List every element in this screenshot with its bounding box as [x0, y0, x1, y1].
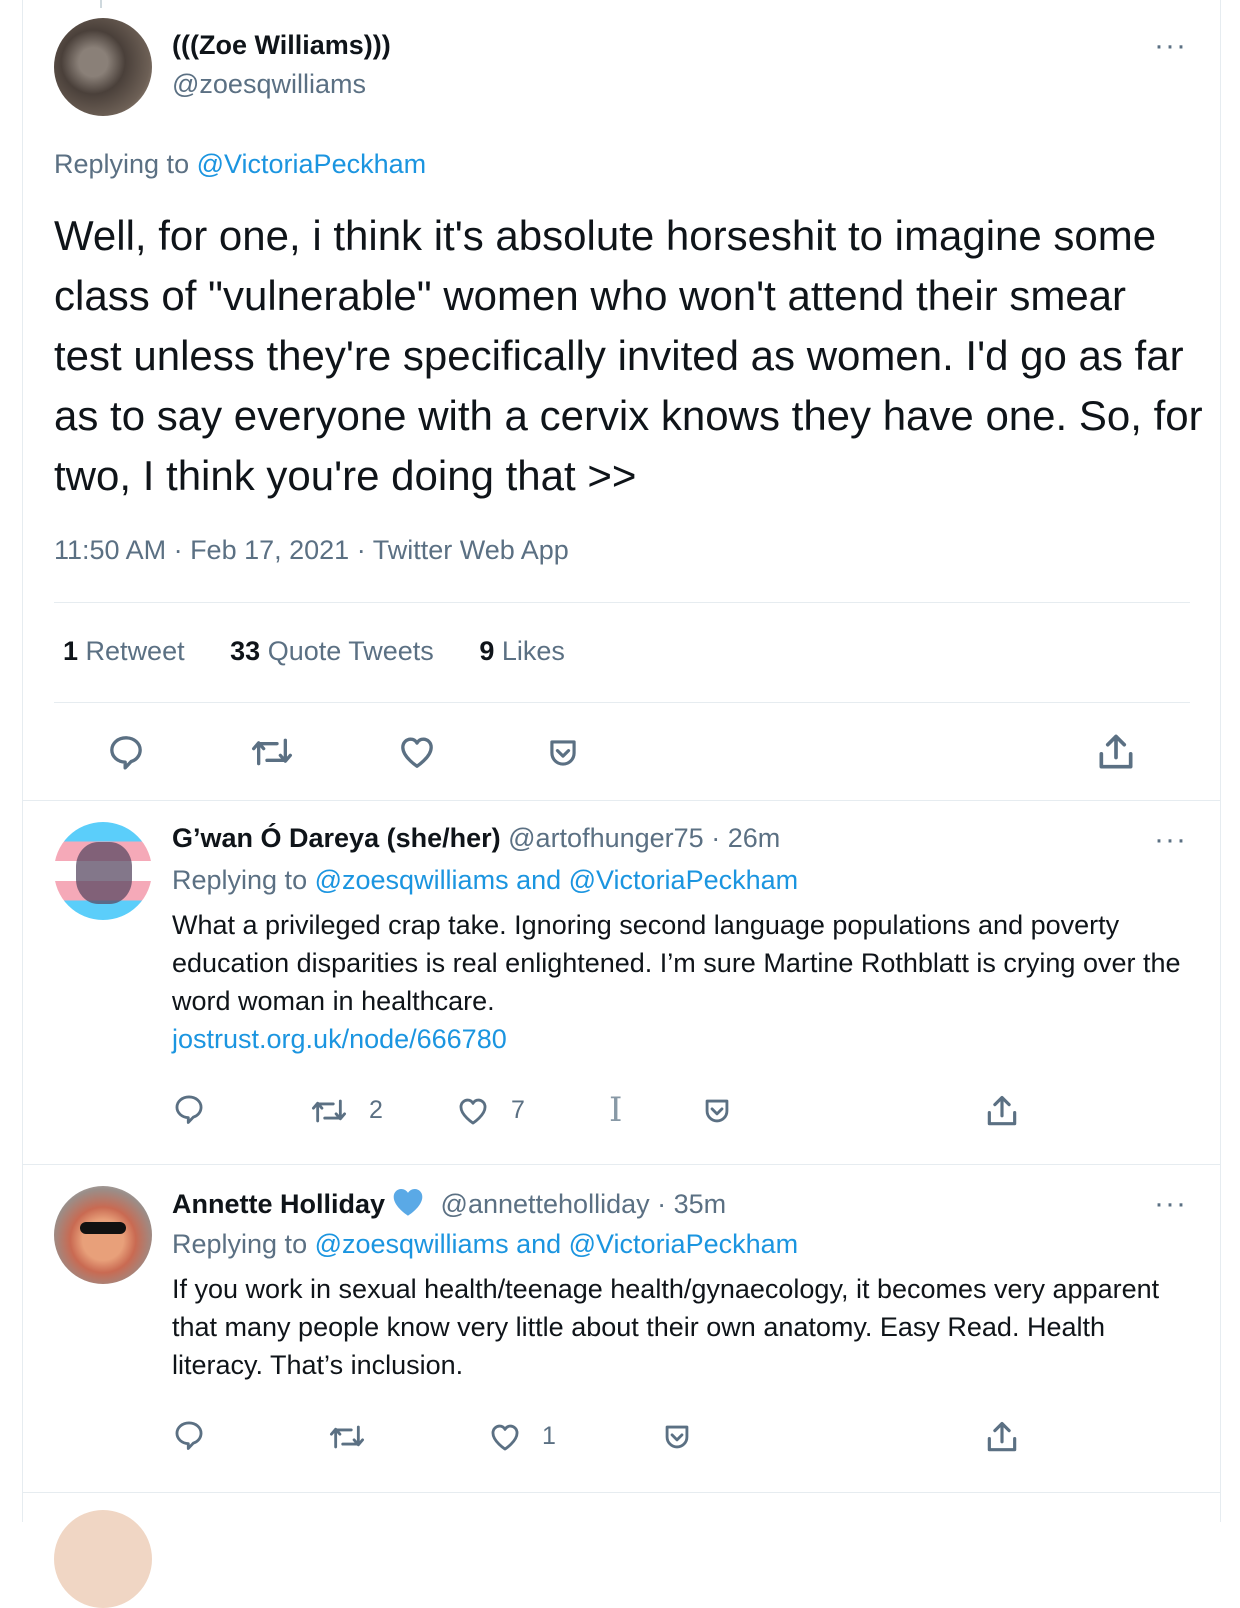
reply-icon[interactable] [172, 1092, 206, 1126]
likes-count: 9 [479, 636, 495, 666]
heart-icon [391, 1187, 425, 1224]
replying-to: Replying to @zoesqwilliams and @Victoria… [172, 865, 798, 896]
divider [22, 800, 1221, 801]
like-icon[interactable] [487, 1420, 523, 1454]
avatar-photo [76, 842, 132, 904]
retweet-icon[interactable] [250, 732, 294, 772]
timeline-right-border [1220, 0, 1221, 1522]
reply-header: Annette Holliday @annetteholliday · 35m [172, 1187, 726, 1224]
divider [54, 602, 1190, 603]
like-icon[interactable] [455, 1094, 491, 1128]
share-icon[interactable] [983, 1418, 1021, 1456]
reply-handle[interactable]: @annetteholliday [441, 1189, 650, 1219]
quotes-count: 33 [230, 636, 261, 666]
tweet-timestamp[interactable]: 11:50 AM · Feb 17, 2021 · Twitter Web Ap… [54, 535, 569, 566]
author-display-name[interactable]: (((Zoe Williams))) [172, 30, 391, 61]
share-icon[interactable] [983, 1092, 1021, 1130]
more-options-icon[interactable]: ··· [1154, 825, 1187, 855]
retweet-icon[interactable] [310, 1094, 348, 1128]
reply-link[interactable]: jostrust.org.uk/node/666780 [172, 1024, 507, 1054]
like-count: 1 [542, 1422, 556, 1450]
reply-display-name[interactable]: Annette Holliday [172, 1189, 385, 1219]
more-options-icon[interactable]: ··· [1154, 31, 1187, 61]
engagement-stats: 1 Retweet 33 Quote Tweets 9 Likes [63, 636, 603, 667]
reply-text: If you work in sexual health/teenage hea… [172, 1274, 1160, 1380]
avatar[interactable] [54, 18, 152, 116]
more-options-icon[interactable]: ··· [1154, 1189, 1187, 1219]
likes-label: Likes [501, 636, 565, 666]
replying-prefix: Replying to [172, 1229, 308, 1259]
replying-prefix: Replying to [172, 865, 308, 895]
timeline-left-border [22, 0, 23, 1522]
avatar[interactable] [54, 1510, 152, 1608]
replying-to-links[interactable]: @zoesqwilliams and @VictoriaPeckham [315, 865, 799, 895]
avatar[interactable] [54, 1186, 152, 1284]
author-handle[interactable]: @zoesqwilliams [172, 69, 366, 100]
thread-connector [100, 0, 102, 8]
quotes-stat[interactable]: 33 Quote Tweets [230, 636, 434, 666]
retweets-label: Retweet [85, 636, 185, 666]
divider [22, 1492, 1221, 1493]
reply-header: G’wan Ó Dareya (she/her) @artofhunger75 … [172, 823, 780, 854]
quotes-label: Quote Tweets [267, 636, 434, 666]
save-icon[interactable] [700, 1094, 734, 1128]
reply-time[interactable]: · 35m [657, 1189, 726, 1219]
reply-time[interactable]: · 26m [711, 823, 780, 853]
retweet-icon[interactable] [328, 1420, 366, 1454]
save-icon[interactable] [544, 734, 582, 772]
avatar[interactable] [54, 822, 152, 920]
tweet-text: Well, for one, i think it's absolute hor… [54, 212, 1203, 499]
replying-to-link[interactable]: @VictoriaPeckham [197, 149, 427, 179]
replying-to-links[interactable]: @zoesqwilliams and @VictoriaPeckham [315, 1229, 799, 1259]
avatar-photo [80, 1222, 126, 1234]
divider [54, 702, 1190, 703]
reply-display-name[interactable]: G’wan Ó Dareya (she/her) [172, 823, 501, 853]
replying-prefix: Replying to [54, 149, 190, 179]
likes-stat[interactable]: 9 Likes [479, 636, 565, 666]
like-count: 7 [511, 1096, 525, 1124]
replying-to: Replying to @zoesqwilliams and @Victoria… [172, 1229, 798, 1260]
retweet-count: 2 [369, 1096, 383, 1124]
share-icon[interactable] [1094, 730, 1138, 774]
retweets-count: 1 [63, 636, 79, 666]
like-icon[interactable] [396, 732, 438, 772]
replying-to: Replying to @VictoriaPeckham [54, 149, 426, 180]
divider [22, 1164, 1221, 1165]
reply-icon[interactable] [172, 1418, 206, 1452]
save-icon[interactable] [660, 1420, 694, 1454]
reply-text: What a privileged crap take. Ignoring se… [172, 906, 1202, 1058]
reply-handle[interactable]: @artofhunger75 [508, 823, 704, 853]
reply-icon[interactable] [106, 732, 146, 772]
retweets-stat[interactable]: 1 Retweet [63, 636, 185, 666]
reply-body: What a privileged crap take. Ignoring se… [172, 910, 1181, 1016]
cursor-icon: I [609, 1090, 623, 1130]
